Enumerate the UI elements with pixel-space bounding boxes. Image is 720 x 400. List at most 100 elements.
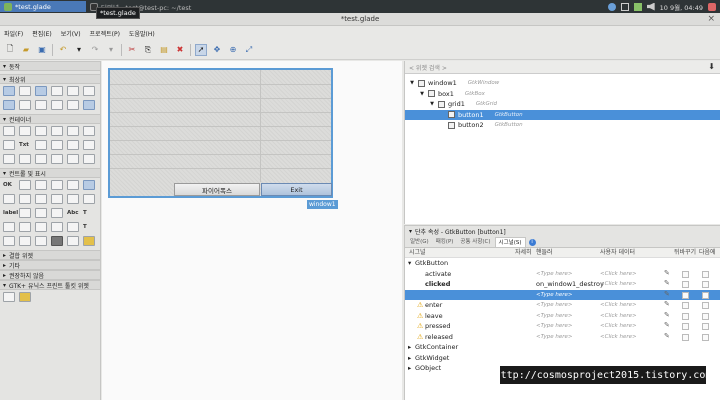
delete-icon[interactable]: ✖	[174, 44, 186, 56]
palette-section-deprecated[interactable]: ▸ 권장하지 않음	[0, 270, 100, 280]
column-signal[interactable]: 시그널	[409, 248, 426, 258]
palette-section-misc[interactable]: ▸ 기타	[0, 260, 100, 270]
volume-icon[interactable]	[646, 2, 655, 11]
radio-button-icon[interactable]	[51, 180, 63, 190]
tree-row-box1[interactable]: ▼ box1 GtkBox	[405, 89, 720, 100]
after-checkbox[interactable]	[702, 323, 709, 330]
edit-pencil-icon[interactable]: ✎	[664, 290, 670, 298]
design-window1[interactable]: 파이어폭스 Exit	[108, 68, 333, 198]
menu-edit[interactable]: 편집(E)	[32, 29, 52, 38]
button1-preview[interactable]: 파이어폭스	[174, 183, 260, 196]
dialog-icon[interactable]	[51, 86, 63, 96]
widget-search-input[interactable]: < 위젯 검색 > ⬇	[405, 61, 720, 74]
user-data-field[interactable]: <Click here>	[600, 279, 637, 290]
signal-row[interactable]: <Type here> ✎	[405, 289, 720, 301]
signal-group-gtkbutton[interactable]: ▾ GtkButton	[405, 258, 720, 269]
grid-widget-icon[interactable]	[19, 126, 31, 136]
handler-field[interactable]: <Type here>	[536, 332, 573, 343]
toolbar-widget-icon[interactable]	[51, 140, 63, 150]
edit-pencil-icon[interactable]: ✎	[664, 321, 670, 329]
handler-field[interactable]: <Type here>	[536, 321, 573, 332]
swap-checkbox[interactable]	[682, 302, 689, 309]
column-detail[interactable]: 자세히	[515, 248, 532, 258]
swap-checkbox[interactable]	[682, 291, 689, 299]
menubar-icon[interactable]	[35, 140, 47, 150]
combo-box-icon[interactable]	[35, 194, 47, 204]
signal-row[interactable]: activate <Type here> <Click here> ✎	[405, 269, 720, 280]
edit-pencil-icon[interactable]: ✎	[664, 332, 670, 340]
text-view-icon[interactable]	[19, 208, 31, 218]
swap-checkbox[interactable]	[682, 312, 689, 320]
page-setup-dialog-icon[interactable]	[3, 292, 15, 302]
column-swap[interactable]: 뒤바꾸기	[674, 248, 696, 258]
menu-view[interactable]: 보기(V)	[61, 29, 81, 38]
redo-dropdown-icon[interactable]: ▾	[105, 44, 117, 56]
tab-common[interactable]: 공통 사항(C)	[457, 237, 493, 247]
check-button-icon[interactable]	[35, 180, 47, 190]
close-icon[interactable]: ×	[707, 14, 715, 25]
file-chooser-dialog-icon[interactable]	[83, 86, 95, 96]
color-chooser-icon[interactable]	[3, 100, 15, 110]
drawing-area-icon[interactable]	[67, 222, 79, 232]
after-checkbox[interactable]	[702, 291, 709, 299]
box-widget-icon[interactable]	[3, 126, 15, 136]
save-icon[interactable]: ▣	[36, 44, 48, 56]
color-button-icon[interactable]	[83, 236, 95, 246]
info-icon[interactable]: i	[528, 238, 536, 246]
link-button-icon[interactable]	[67, 180, 79, 190]
accel-label-icon[interactable]: Abc	[67, 208, 79, 218]
palette-section-toplevels[interactable]: ▾ 최상위	[0, 74, 100, 84]
palette-section-gtk-unix-print[interactable]: ▾ GTK+ 유닉스 프린트 툴킷 위젯	[0, 280, 100, 290]
new-icon[interactable]: 🗋	[4, 44, 16, 56]
redo-icon[interactable]: ↷	[89, 44, 101, 56]
scrolled-window-icon[interactable]	[67, 154, 79, 164]
user-data-field[interactable]: <Click here>	[600, 300, 637, 311]
signal-group-gtkwidget[interactable]: ▸ GtkWidget	[405, 353, 720, 364]
expander-arrow-icon[interactable]: ▼	[429, 101, 435, 107]
edit-pencil-icon[interactable]: ✎	[664, 269, 670, 277]
edit-pencil-icon[interactable]: ✎	[664, 311, 670, 319]
swap-checkbox[interactable]	[682, 270, 689, 278]
signal-group-gtkcontainer[interactable]: ▸ GtkContainer	[405, 342, 720, 353]
edit-pencil-icon[interactable]: ✎	[664, 279, 670, 287]
viewport-icon[interactable]	[35, 154, 47, 164]
download-arrow-icon[interactable]: ⬇	[708, 62, 715, 71]
window-widget-icon[interactable]	[3, 86, 15, 96]
palette-section-actions[interactable]: ▾ 동작	[0, 61, 100, 71]
image-widget-icon[interactable]	[83, 180, 95, 190]
undo-icon[interactable]: ↶	[57, 44, 69, 56]
user-data-field[interactable]: <Click here>	[600, 321, 637, 332]
handler-field[interactable]: <Type here>	[536, 290, 573, 301]
statusbar-icon[interactable]	[83, 140, 95, 150]
triangle-right-icon[interactable]: ▸	[408, 353, 411, 364]
file-chooser-button-icon[interactable]	[3, 236, 15, 246]
after-checkbox[interactable]	[702, 302, 709, 309]
overlay-icon[interactable]	[83, 154, 95, 164]
palette-section-control-display[interactable]: ▾ 컨트롤 및 표시	[0, 168, 100, 178]
tree-row-button1[interactable]: button1 GtkButton	[405, 109, 720, 120]
tab-general[interactable]: 일반(G)	[407, 237, 432, 247]
handler-field[interactable]: <Type here>	[536, 300, 573, 311]
swap-checkbox[interactable]	[682, 323, 689, 330]
button2-preview[interactable]: Exit	[261, 183, 332, 196]
menu-button-icon[interactable]	[19, 236, 31, 246]
message-dialog-icon[interactable]	[35, 100, 47, 110]
tab-signals[interactable]: 시그널(S)	[494, 237, 526, 247]
palette-section-composite[interactable]: ▸ 결합 위젯	[0, 250, 100, 260]
column-user-data[interactable]: 사용자 데이터	[600, 248, 635, 258]
expander-arrow-icon[interactable]: ▼	[409, 80, 415, 86]
cut-icon[interactable]: ✂	[126, 44, 138, 56]
copy-icon[interactable]: ⎘	[142, 44, 154, 56]
spinner-icon[interactable]	[19, 222, 31, 232]
tree-view-icon[interactable]	[35, 208, 47, 218]
undo-dropdown-icon[interactable]: ▾	[73, 44, 85, 56]
signal-row[interactable]: ⚠ pressed <Type here> <Click here> ✎	[405, 321, 720, 332]
button-widget-icon[interactable]: OK	[3, 180, 15, 190]
button-box-icon[interactable]	[83, 126, 95, 136]
design-canvas[interactable]: 파이어폭스 Exit window1	[102, 61, 402, 400]
swap-checkbox[interactable]	[682, 333, 689, 341]
fixed-widget-icon[interactable]: Txt	[19, 140, 31, 150]
scrollbar-icon[interactable]	[67, 194, 79, 204]
signal-row[interactable]: ⚠ enter <Type here> <Click here> ✎	[405, 300, 720, 311]
after-checkbox[interactable]	[702, 270, 709, 278]
